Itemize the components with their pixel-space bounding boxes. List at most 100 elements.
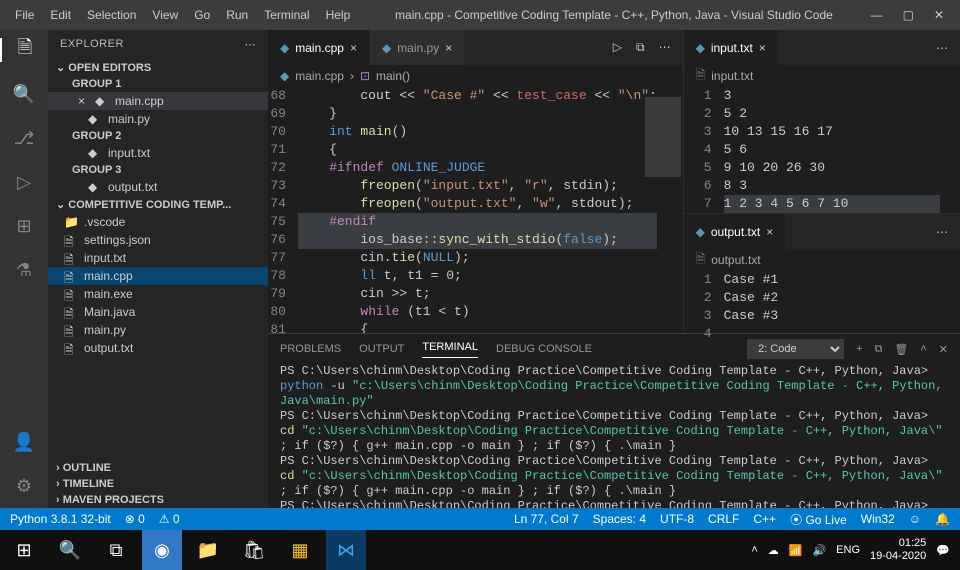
- close-icon[interactable]: ✕: [934, 8, 944, 22]
- tab[interactable]: ◆main.py×: [370, 30, 465, 65]
- menu-bar: FileEditSelectionViewGoRunTerminalHelp: [8, 4, 357, 26]
- clock[interactable]: 01:25 19-04-2020: [870, 537, 926, 563]
- menu-help[interactable]: Help: [319, 4, 358, 26]
- search-taskbar-icon[interactable]: 🔍: [50, 530, 90, 570]
- group-label: GROUP 3: [48, 162, 268, 178]
- file-item[interactable]: 🗎output.txt: [48, 339, 268, 357]
- open-editor-item[interactable]: ◆main.py: [48, 110, 268, 128]
- panel-tab[interactable]: PROBLEMS: [280, 343, 341, 355]
- menu-selection[interactable]: Selection: [80, 4, 143, 26]
- maximize-icon[interactable]: ▢: [903, 8, 914, 22]
- input-editor[interactable]: 123456735 210 13 15 16 175 69 10 20 26 3…: [684, 87, 960, 213]
- menu-terminal[interactable]: Terminal: [257, 4, 316, 26]
- chrome-icon[interactable]: ◉: [142, 530, 182, 570]
- source-control-icon[interactable]: ⎇: [12, 126, 36, 150]
- tab[interactable]: ◆output.txt×: [684, 214, 787, 249]
- run-debug-icon[interactable]: ▷: [12, 170, 36, 194]
- more-icon[interactable]: ⋯: [659, 40, 671, 55]
- panel-tab[interactable]: OUTPUT: [359, 343, 404, 355]
- test-icon[interactable]: ⚗: [12, 258, 36, 282]
- close-icon[interactable]: ×: [78, 94, 85, 108]
- maven-section[interactable]: MAVEN PROJECTS: [48, 492, 268, 508]
- open-editors-section[interactable]: OPEN EDITORS: [48, 59, 268, 76]
- close-panel-icon[interactable]: ✕: [939, 343, 948, 356]
- output-editor[interactable]: 1234Case #1Case #2Case #3: [684, 271, 960, 343]
- explorer-header: EXPLORER: [60, 38, 124, 51]
- start-icon[interactable]: ⊞: [4, 530, 44, 570]
- bell-icon[interactable]: 🔔: [935, 512, 950, 526]
- errors[interactable]: ⊗ 0: [125, 512, 145, 526]
- tab[interactable]: ◆input.txt×: [684, 30, 779, 65]
- more-icon[interactable]: ⋯: [245, 38, 257, 51]
- go-live[interactable]: ⦿ Go Live: [790, 511, 847, 528]
- file-item[interactable]: 🗎Main.java: [48, 303, 268, 321]
- split-terminal-icon[interactable]: ⧉: [875, 343, 883, 356]
- vscode-icon[interactable]: ⋈: [326, 530, 366, 570]
- accounts-icon[interactable]: 👤: [12, 430, 36, 454]
- trash-icon[interactable]: 🗑: [894, 343, 908, 356]
- file-item[interactable]: 🗎settings.json: [48, 231, 268, 249]
- store-icon[interactable]: 🛍: [234, 530, 274, 570]
- outline-section[interactable]: OUTLINE: [48, 460, 268, 476]
- spaces[interactable]: Spaces: 4: [593, 512, 646, 526]
- new-terminal-icon[interactable]: +: [856, 343, 862, 355]
- cursor-pos[interactable]: Ln 77, Col 7: [514, 512, 579, 526]
- explorer-icon[interactable]: 🗎: [0, 38, 48, 62]
- sidebar: EXPLORER ⋯ OPEN EDITORS GROUP 1×◆main.cpp…: [48, 30, 268, 508]
- timeline-section[interactable]: TIMELINE: [48, 476, 268, 492]
- python-version[interactable]: Python 3.8.1 32-bit: [10, 512, 111, 526]
- file-item[interactable]: 🗎main.exe: [48, 285, 268, 303]
- close-icon[interactable]: ×: [759, 41, 766, 55]
- chevron-up-icon[interactable]: ˄: [920, 343, 926, 355]
- eol[interactable]: CRLF: [708, 512, 739, 526]
- language[interactable]: C++: [753, 512, 776, 526]
- wifi-icon[interactable]: 📶: [789, 544, 803, 557]
- breadcrumb[interactable]: ◆main.cpp›⊡main(): [268, 65, 683, 87]
- language-indicator[interactable]: ENG: [836, 544, 860, 556]
- extensions-icon[interactable]: ⊞: [12, 214, 36, 238]
- task-view-icon[interactable]: ⧉: [96, 530, 136, 570]
- folder-section[interactable]: COMPETITIVE CODING TEMP...: [48, 196, 268, 213]
- activity-bar: 🗎 🔍 ⎇ ▷ ⊞ ⚗ 👤 ⚙: [0, 30, 48, 508]
- app-icon[interactable]: ▦: [280, 530, 320, 570]
- window-controls: — ▢ ✕: [871, 8, 952, 22]
- open-editor-item[interactable]: ◆output.txt: [48, 178, 268, 196]
- more-icon[interactable]: ⋯: [936, 225, 948, 239]
- minimize-icon[interactable]: —: [871, 8, 883, 22]
- group-label: GROUP 1: [48, 76, 268, 92]
- notification-icon[interactable]: 💬: [936, 544, 950, 557]
- feedback-icon[interactable]: ☺: [909, 512, 921, 526]
- search-icon[interactable]: 🔍: [12, 82, 36, 106]
- close-icon[interactable]: ×: [350, 41, 357, 55]
- open-editor-item[interactable]: ◆input.txt: [48, 144, 268, 162]
- breadcrumb-file: main.cpp: [295, 69, 344, 83]
- run-icon[interactable]: ▷: [613, 40, 622, 55]
- volume-icon[interactable]: 🔊: [812, 544, 826, 557]
- tray-chevron-icon[interactable]: ˄: [751, 544, 757, 556]
- split-icon[interactable]: ⧉: [636, 40, 645, 55]
- menu-edit[interactable]: Edit: [43, 4, 78, 26]
- file-item[interactable]: 📁.vscode: [48, 213, 268, 231]
- file-explorer-icon[interactable]: 📁: [188, 530, 228, 570]
- encoding[interactable]: UTF-8: [660, 512, 694, 526]
- close-icon[interactable]: ×: [445, 41, 452, 55]
- open-editor-item[interactable]: ×◆main.cpp: [48, 92, 268, 110]
- menu-run[interactable]: Run: [219, 4, 255, 26]
- terminal[interactable]: PS C:\Users\chinm\Desktop\Coding Practic…: [268, 364, 960, 508]
- panel-tab[interactable]: DEBUG CONSOLE: [496, 343, 592, 355]
- settings-icon[interactable]: ⚙: [12, 474, 36, 498]
- close-icon[interactable]: ×: [766, 225, 773, 239]
- panel-tab[interactable]: TERMINAL: [422, 341, 478, 358]
- menu-file[interactable]: File: [8, 4, 41, 26]
- tab[interactable]: ◆main.cpp×: [268, 30, 370, 65]
- menu-view[interactable]: View: [145, 4, 185, 26]
- file-item[interactable]: 🗎main.cpp: [48, 267, 268, 285]
- warnings[interactable]: ⚠ 0: [159, 512, 180, 526]
- file-item[interactable]: 🗎main.py: [48, 321, 268, 339]
- file-item[interactable]: 🗎input.txt: [48, 249, 268, 267]
- code-editor[interactable]: 6869707172737475767778798081828384858687…: [268, 87, 683, 333]
- more-icon[interactable]: ⋯: [936, 41, 948, 55]
- minimap[interactable]: [657, 87, 683, 333]
- menu-go[interactable]: Go: [187, 4, 217, 26]
- cloud-icon[interactable]: ☁: [768, 544, 779, 557]
